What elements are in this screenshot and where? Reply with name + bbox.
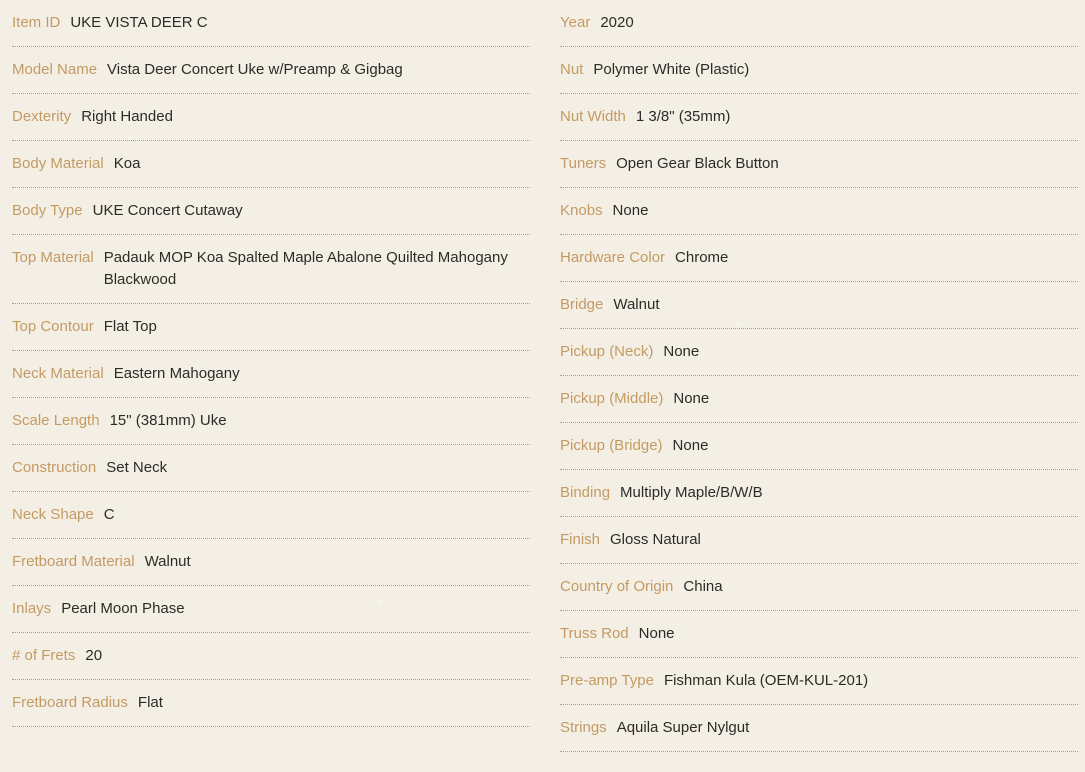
spec-row-knobs: Knobs None xyxy=(560,188,1078,235)
spec-value: None xyxy=(663,343,700,360)
spec-value: None xyxy=(638,625,675,642)
spec-row-pickup-neck: Pickup (Neck) None xyxy=(560,329,1078,376)
spec-value: China xyxy=(683,578,723,595)
spec-row-strings: Strings Aquila Super Nylgut xyxy=(560,705,1078,752)
spec-label: Country of Origin xyxy=(560,578,674,595)
spec-row-number-of-frets: # of Frets 20 xyxy=(12,633,530,680)
spec-label: Hardware Color xyxy=(560,249,666,266)
spec-value: Right Handed xyxy=(81,108,173,125)
spec-row-year: Year 2020 xyxy=(560,0,1078,47)
spec-value: Gloss Natural xyxy=(610,531,701,548)
spec-label: Scale Length xyxy=(12,412,100,429)
spec-row-fretboard-radius: Fretboard Radius Flat xyxy=(12,680,530,727)
spec-label: Construction xyxy=(12,459,97,476)
spec-row-nut-width: Nut Width 1 3/8" (35mm) xyxy=(560,94,1078,141)
spec-row-neck-material: Neck Material Eastern Mahogany xyxy=(12,351,530,398)
spec-row-tuners: Tuners Open Gear Black Button xyxy=(560,141,1078,188)
spec-value: Koa xyxy=(113,155,141,172)
spec-label: Truss Rod xyxy=(560,625,629,642)
spec-row-top-contour: Top Contour Flat Top xyxy=(12,304,530,351)
spec-value: None xyxy=(673,390,710,407)
spec-row-construction: Construction Set Neck xyxy=(12,445,530,492)
spec-value: 1 3/8" (35mm) xyxy=(635,108,731,125)
spec-row-binding: Binding Multiply Maple/B/W/B xyxy=(560,470,1078,517)
spec-label: Dexterity xyxy=(12,108,72,125)
spec-value: Polymer White (Plastic) xyxy=(593,61,750,78)
spec-row-bridge: Bridge Walnut xyxy=(560,282,1078,329)
spec-row-nut: Nut Polymer White (Plastic) xyxy=(560,47,1078,94)
spec-label: Body Type xyxy=(12,202,83,219)
specs-right-column: Year 2020 Nut Polymer White (Plastic) Nu… xyxy=(560,0,1078,752)
spec-label: Top Material xyxy=(12,249,94,266)
spec-value: Chrome xyxy=(675,249,729,266)
spec-value: UKE Concert Cutaway xyxy=(92,202,243,219)
spec-label: Tuners xyxy=(560,155,607,172)
spec-label: # of Frets xyxy=(12,647,76,664)
spec-label: Model Name xyxy=(12,61,98,78)
spec-value: None xyxy=(672,437,709,454)
spec-label: Pickup (Bridge) xyxy=(560,437,663,454)
spec-value: Set Neck xyxy=(106,459,168,476)
spec-label: Body Material xyxy=(12,155,104,172)
spec-value: UKE VISTA DEER C xyxy=(70,14,208,31)
spec-row-inlays: Inlays Pearl Moon Phase xyxy=(12,586,530,633)
spec-label: Finish xyxy=(560,531,601,548)
specs-left-column: Item ID UKE VISTA DEER C Model Name Vist… xyxy=(12,0,530,727)
spec-label: Neck Material xyxy=(12,365,104,382)
spec-label: Binding xyxy=(560,484,611,501)
spec-value: Aquila Super Nylgut xyxy=(616,719,750,736)
spec-row-truss-rod: Truss Rod None xyxy=(560,611,1078,658)
spec-value: Padauk MOP Koa Spalted Maple Abalone Qui… xyxy=(103,249,508,288)
spec-value: 2020 xyxy=(600,14,634,31)
spec-label: Pre-amp Type xyxy=(560,672,654,689)
spec-row-fretboard-material: Fretboard Material Walnut xyxy=(12,539,530,586)
spec-row-hardware-color: Hardware Color Chrome xyxy=(560,235,1078,282)
spec-value: 15" (381mm) Uke xyxy=(109,412,227,429)
spec-row-body-material: Body Material Koa xyxy=(12,141,530,188)
spec-row-dexterity: Dexterity Right Handed xyxy=(12,94,530,141)
spec-row-scale-length: Scale Length 15" (381mm) Uke xyxy=(12,398,530,445)
spec-label: Nut xyxy=(560,61,584,78)
spec-value: Open Gear Black Button xyxy=(616,155,779,172)
spec-value: None xyxy=(612,202,649,219)
spec-row-top-material: Top Material Padauk MOP Koa Spalted Mapl… xyxy=(12,235,530,304)
spec-value: Vista Deer Concert Uke w/Preamp & Gigbag xyxy=(107,61,403,78)
spec-row-model-name: Model Name Vista Deer Concert Uke w/Prea… xyxy=(12,47,530,94)
spec-value: C xyxy=(103,506,115,523)
spec-label: Bridge xyxy=(560,296,604,313)
spec-label: Strings xyxy=(560,719,607,736)
spec-value: Flat xyxy=(137,694,163,711)
spec-label: Item ID xyxy=(12,14,61,31)
spec-row-pickup-middle: Pickup (Middle) None xyxy=(560,376,1078,423)
spec-value: Multiply Maple/B/W/B xyxy=(620,484,763,501)
spec-label: Pickup (Middle) xyxy=(560,390,664,407)
spec-label: Fretboard Material xyxy=(12,553,135,570)
spec-value: Walnut xyxy=(613,296,660,313)
spec-value: Fishman Kula (OEM-KUL-201) xyxy=(663,672,869,689)
spec-row-pickup-bridge: Pickup (Bridge) None xyxy=(560,423,1078,470)
spec-value: Pearl Moon Phase xyxy=(61,600,185,617)
spec-label: Fretboard Radius xyxy=(12,694,128,711)
spec-label: Neck Shape xyxy=(12,506,94,523)
spec-label: Nut Width xyxy=(560,108,626,125)
spec-label: Year xyxy=(560,14,591,31)
spec-value: Flat Top xyxy=(103,318,157,335)
spec-value: Eastern Mahogany xyxy=(113,365,240,382)
spec-row-finish: Finish Gloss Natural xyxy=(560,517,1078,564)
spec-label: Top Contour xyxy=(12,318,94,335)
spec-row-preamp-type: Pre-amp Type Fishman Kula (OEM-KUL-201) xyxy=(560,658,1078,705)
spec-value: Walnut xyxy=(144,553,191,570)
spec-label: Knobs xyxy=(560,202,603,219)
spec-value: 20 xyxy=(85,647,103,664)
spec-row-country-of-origin: Country of Origin China xyxy=(560,564,1078,611)
spec-row-neck-shape: Neck Shape C xyxy=(12,492,530,539)
spec-label: Pickup (Neck) xyxy=(560,343,654,360)
spec-row-item-id: Item ID UKE VISTA DEER C xyxy=(12,0,530,47)
spec-label: Inlays xyxy=(12,600,52,617)
spec-row-body-type: Body Type UKE Concert Cutaway xyxy=(12,188,530,235)
specifications-panel: Item ID UKE VISTA DEER C Model Name Vist… xyxy=(0,0,1085,772)
